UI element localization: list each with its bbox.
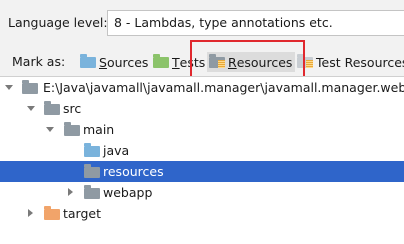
- folder-icon: [84, 164, 100, 178]
- tree-row-src[interactable]: src: [0, 98, 404, 119]
- tree-row-label: main: [83, 122, 115, 137]
- language-level-dropdown[interactable]: 8 - Lambdas, type annotations etc.: [107, 10, 404, 36]
- tree-row-label: target: [63, 206, 102, 221]
- excluded-folder-icon: [44, 206, 60, 220]
- chevron-down-icon[interactable]: [27, 106, 35, 111]
- tree-row-resources[interactable]: resources: [0, 161, 404, 182]
- folder-icon: [64, 122, 80, 136]
- chevron-down-icon[interactable]: [5, 85, 13, 90]
- tree-row-label: java: [103, 143, 130, 158]
- folder-icon: [44, 101, 60, 115]
- tree-row-webapp[interactable]: webapp: [0, 182, 404, 203]
- tree-row-target[interactable]: target: [0, 203, 404, 224]
- tests-folder-icon: [153, 53, 169, 68]
- chevron-right-icon[interactable]: [68, 188, 73, 196]
- tree-row-java[interactable]: java: [0, 140, 404, 161]
- chevron-right-icon[interactable]: [28, 209, 33, 217]
- module-folder-icon: [22, 80, 38, 94]
- tree-row-label: src: [63, 101, 82, 116]
- mark-test-resources-button[interactable]: Test Resources: [297, 52, 404, 72]
- content-root-tree: E:\Java\javamall\javamall.manager\javama…: [0, 77, 404, 244]
- tree-row-label: E:\Java\javamall\javamall.manager\javama…: [43, 80, 404, 95]
- tree-row-module-root[interactable]: E:\Java\javamall\javamall.manager\javama…: [0, 77, 404, 98]
- sources-folder-icon: [84, 143, 100, 157]
- language-level-label: Language level:: [8, 15, 108, 30]
- mark-as-label: Mark as:: [12, 54, 66, 69]
- folder-icon: [84, 185, 100, 199]
- chevron-down-icon[interactable]: [46, 127, 54, 132]
- tree-row-main[interactable]: main: [0, 119, 404, 140]
- tree-row-label: webapp: [103, 185, 153, 200]
- tree-row-label: resources: [103, 164, 164, 179]
- sources-folder-icon: [80, 53, 96, 68]
- mark-sources-button[interactable]: Sources: [80, 52, 148, 72]
